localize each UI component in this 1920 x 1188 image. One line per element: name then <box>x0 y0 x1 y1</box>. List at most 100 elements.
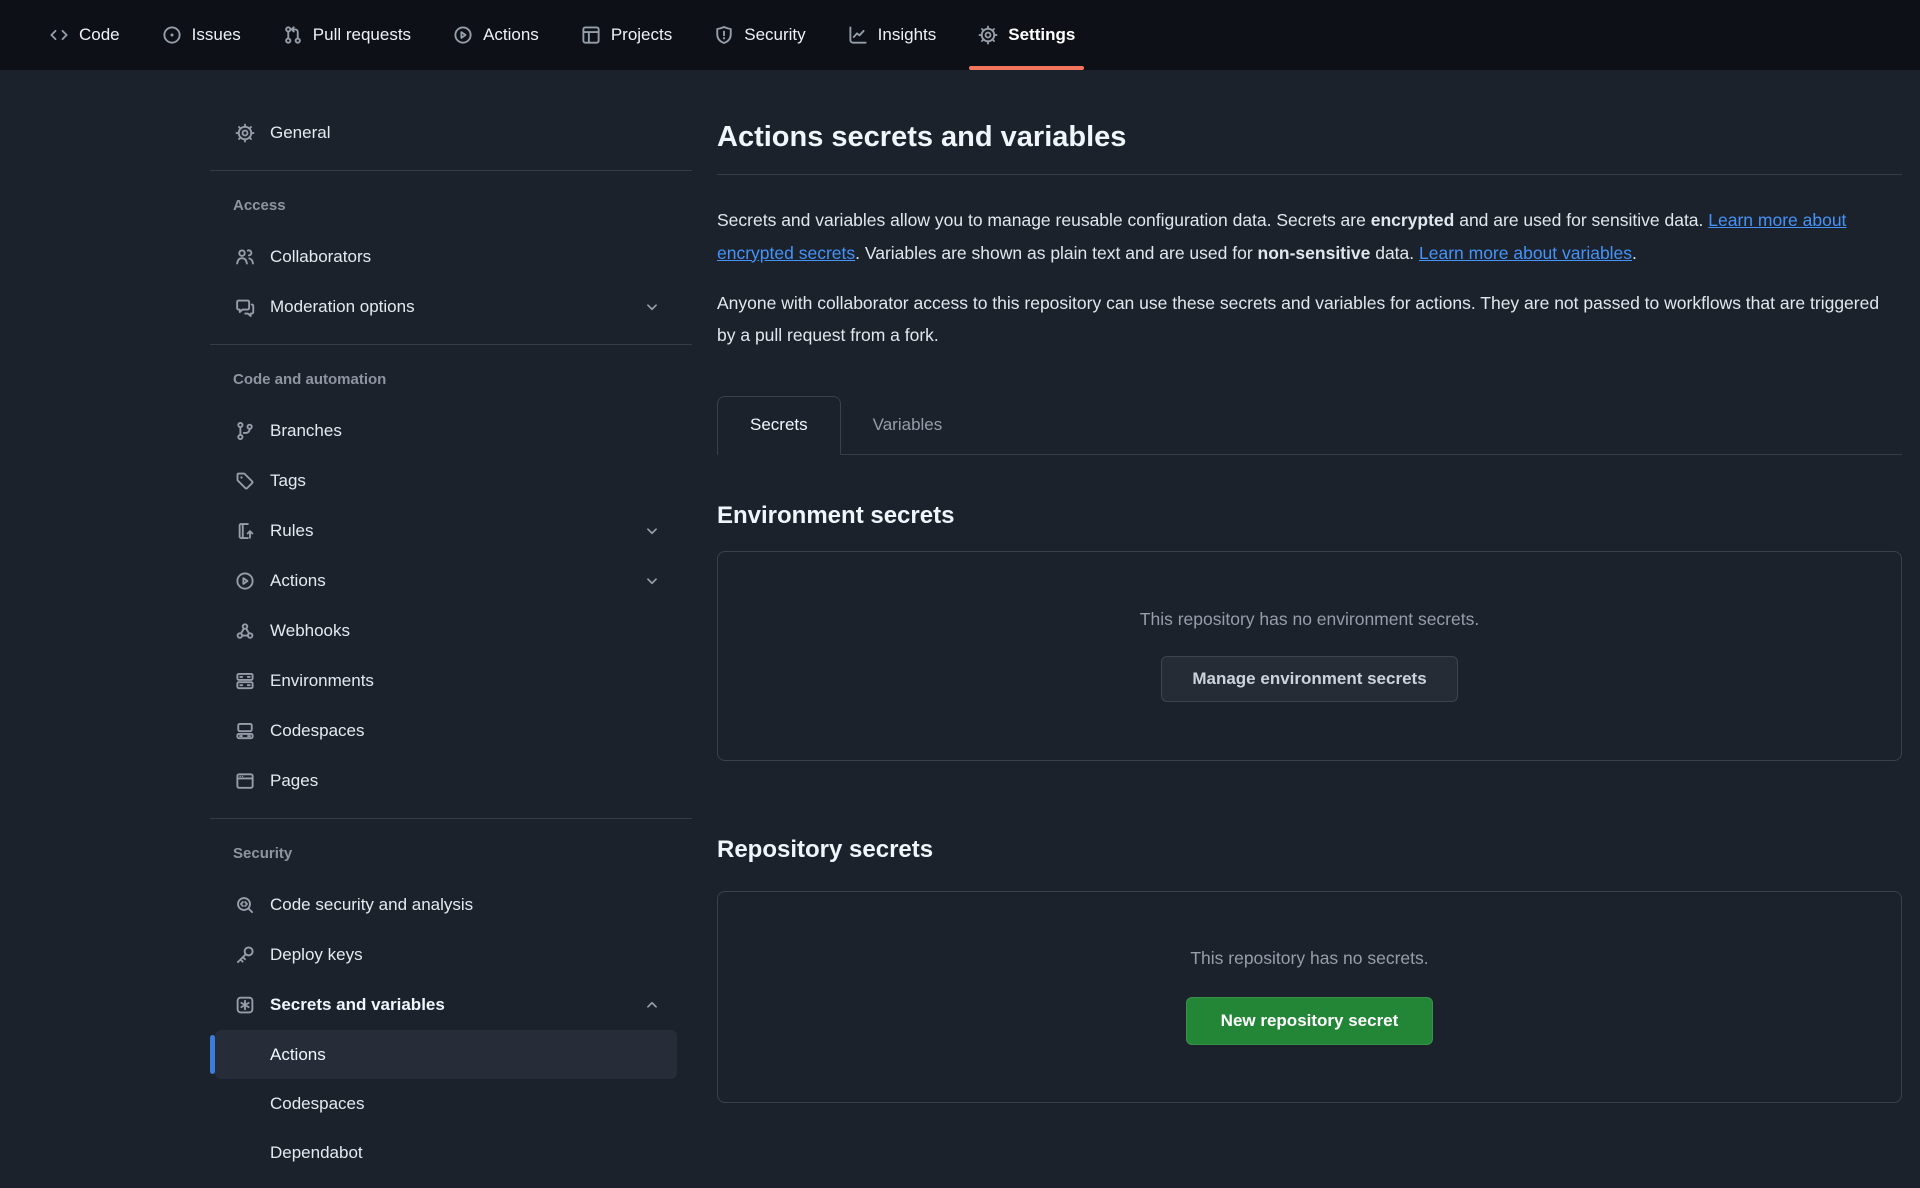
sidebar-item-label: Moderation options <box>270 297 415 317</box>
intro-bold-non-sensitive: non-sensitive <box>1258 243 1371 263</box>
code-icon <box>49 25 69 45</box>
sidebar-divider <box>210 344 692 345</box>
tab-secrets[interactable]: Secrets <box>717 396 841 455</box>
sidebar-item-label: General <box>270 123 330 143</box>
settings-sidebar: General Access Collaborators Moderation … <box>210 108 692 1177</box>
sidebar-item-pages[interactable]: Pages <box>215 756 677 806</box>
chevron-up-icon <box>643 996 661 1014</box>
nav-tab-label: Settings <box>1008 25 1075 45</box>
nav-tab-pull-requests[interactable]: Pull requests <box>268 0 426 70</box>
table-icon <box>581 25 601 45</box>
environment-secrets-empty-text: This repository has no environment secre… <box>1140 609 1479 630</box>
sidebar-subitem-dependabot[interactable]: Dependabot <box>215 1128 677 1177</box>
tag-icon <box>235 471 255 491</box>
nav-tab-security[interactable]: Security <box>699 0 820 70</box>
sidebar-divider <box>210 170 692 171</box>
nav-tab-label: Pull requests <box>313 25 411 45</box>
tab-variables[interactable]: Variables <box>841 396 975 454</box>
graph-icon <box>848 25 868 45</box>
collaborator-access-paragraph: Anyone with collaborator access to this … <box>717 287 1902 352</box>
nav-tab-issues[interactable]: Issues <box>147 0 256 70</box>
nav-tab-label: Insights <box>878 25 937 45</box>
nav-tab-projects[interactable]: Projects <box>566 0 687 70</box>
repository-secrets-box: This repository has no secrets. New repo… <box>717 891 1902 1103</box>
environment-secrets-box: This repository has no environment secre… <box>717 551 1902 761</box>
sidebar-item-label: Rules <box>270 521 313 541</box>
nav-tab-insights[interactable]: Insights <box>833 0 952 70</box>
intro-bold-encrypted: encrypted <box>1371 210 1455 230</box>
settings-content: Actions secrets and variables Secrets an… <box>717 70 1902 1103</box>
codespaces-icon <box>235 721 255 741</box>
git-branch-icon <box>235 421 255 441</box>
sidebar-item-label: Deploy keys <box>270 945 363 965</box>
manage-environment-secrets-button[interactable]: Manage environment secrets <box>1161 656 1457 702</box>
intro-text: . Variables are shown as plain text and … <box>855 243 1257 263</box>
sidebar-item-code-security[interactable]: Code security and analysis <box>215 880 677 930</box>
sidebar-item-label: Code security and analysis <box>270 895 473 915</box>
rule-icon <box>235 521 255 541</box>
repo-nav: Code Issues Pull requests Actions Projec… <box>0 0 1920 70</box>
sidebar-item-secrets-and-variables[interactable]: Secrets and variables <box>215 980 677 1030</box>
sidebar-subitem-label: Codespaces <box>270 1094 365 1114</box>
sidebar-item-general[interactable]: General <box>215 108 677 158</box>
sidebar-section-code-automation: Code and automation <box>233 370 692 390</box>
page-title: Actions secrets and variables <box>717 70 1902 158</box>
title-divider <box>717 174 1902 175</box>
intro-paragraph: Secrets and variables allow you to manag… <box>717 204 1902 269</box>
webhook-icon <box>235 621 255 641</box>
browser-icon <box>235 771 255 791</box>
key-asterisk-icon <box>235 995 255 1015</box>
server-icon <box>235 671 255 691</box>
intro-text: Secrets and variables allow you to manag… <box>717 210 1371 230</box>
sidebar-item-label: Collaborators <box>270 247 371 267</box>
sidebar-item-moderation-options[interactable]: Moderation options <box>215 282 677 332</box>
people-icon <box>235 247 255 267</box>
play-icon <box>453 25 473 45</box>
sidebar-item-label: Pages <box>270 771 318 791</box>
sidebar-subitem-actions[interactable]: Actions <box>215 1030 677 1079</box>
sidebar-item-codespaces[interactable]: Codespaces <box>215 706 677 756</box>
secrets-variables-tabbar: Secrets Variables <box>717 396 1902 455</box>
nav-tab-label: Projects <box>611 25 672 45</box>
play-icon <box>235 571 255 591</box>
sidebar-item-tags[interactable]: Tags <box>215 456 677 506</box>
sidebar-item-label: Environments <box>270 671 374 691</box>
sidebar-subitem-codespaces[interactable]: Codespaces <box>215 1079 677 1128</box>
sidebar-item-environments[interactable]: Environments <box>215 656 677 706</box>
shield-icon <box>714 25 734 45</box>
nav-tab-label: Actions <box>483 25 539 45</box>
issue-opened-icon <box>162 25 182 45</box>
intro-text: and are used for sensitive data. <box>1454 210 1708 230</box>
gear-icon <box>235 123 255 143</box>
sidebar-divider <box>210 818 692 819</box>
comment-discussion-icon <box>235 297 255 317</box>
sidebar-item-label: Codespaces <box>270 721 365 741</box>
sidebar-item-label: Actions <box>270 571 326 591</box>
sidebar-item-collaborators[interactable]: Collaborators <box>215 232 677 282</box>
sidebar-item-webhooks[interactable]: Webhooks <box>215 606 677 656</box>
repository-secrets-heading: Repository secrets <box>717 835 1902 865</box>
sidebar-item-deploy-keys[interactable]: Deploy keys <box>215 930 677 980</box>
sidebar-item-branches[interactable]: Branches <box>215 406 677 456</box>
git-pull-request-icon <box>283 25 303 45</box>
gear-icon <box>978 25 998 45</box>
sidebar-item-actions[interactable]: Actions <box>215 556 677 606</box>
nav-tab-label: Issues <box>192 25 241 45</box>
chevron-down-icon <box>643 298 661 316</box>
link-learn-variables[interactable]: Learn more about variables <box>1419 243 1632 263</box>
nav-tab-actions[interactable]: Actions <box>438 0 554 70</box>
chevron-down-icon <box>643 572 661 590</box>
intro-text: data. <box>1370 243 1419 263</box>
nav-tab-settings[interactable]: Settings <box>963 0 1090 70</box>
nav-tab-label: Security <box>744 25 805 45</box>
nav-tab-code[interactable]: Code <box>34 0 135 70</box>
intro-text: . <box>1632 243 1637 263</box>
sidebar-item-rules[interactable]: Rules <box>215 506 677 556</box>
repository-secrets-empty-text: This repository has no secrets. <box>1190 948 1428 969</box>
new-repository-secret-button[interactable]: New repository secret <box>1186 997 1434 1045</box>
sidebar-item-label: Branches <box>270 421 342 441</box>
chevron-down-icon <box>643 522 661 540</box>
sidebar-item-label: Webhooks <box>270 621 350 641</box>
sidebar-item-label: Secrets and variables <box>270 995 445 1015</box>
nav-tab-label: Code <box>79 25 120 45</box>
